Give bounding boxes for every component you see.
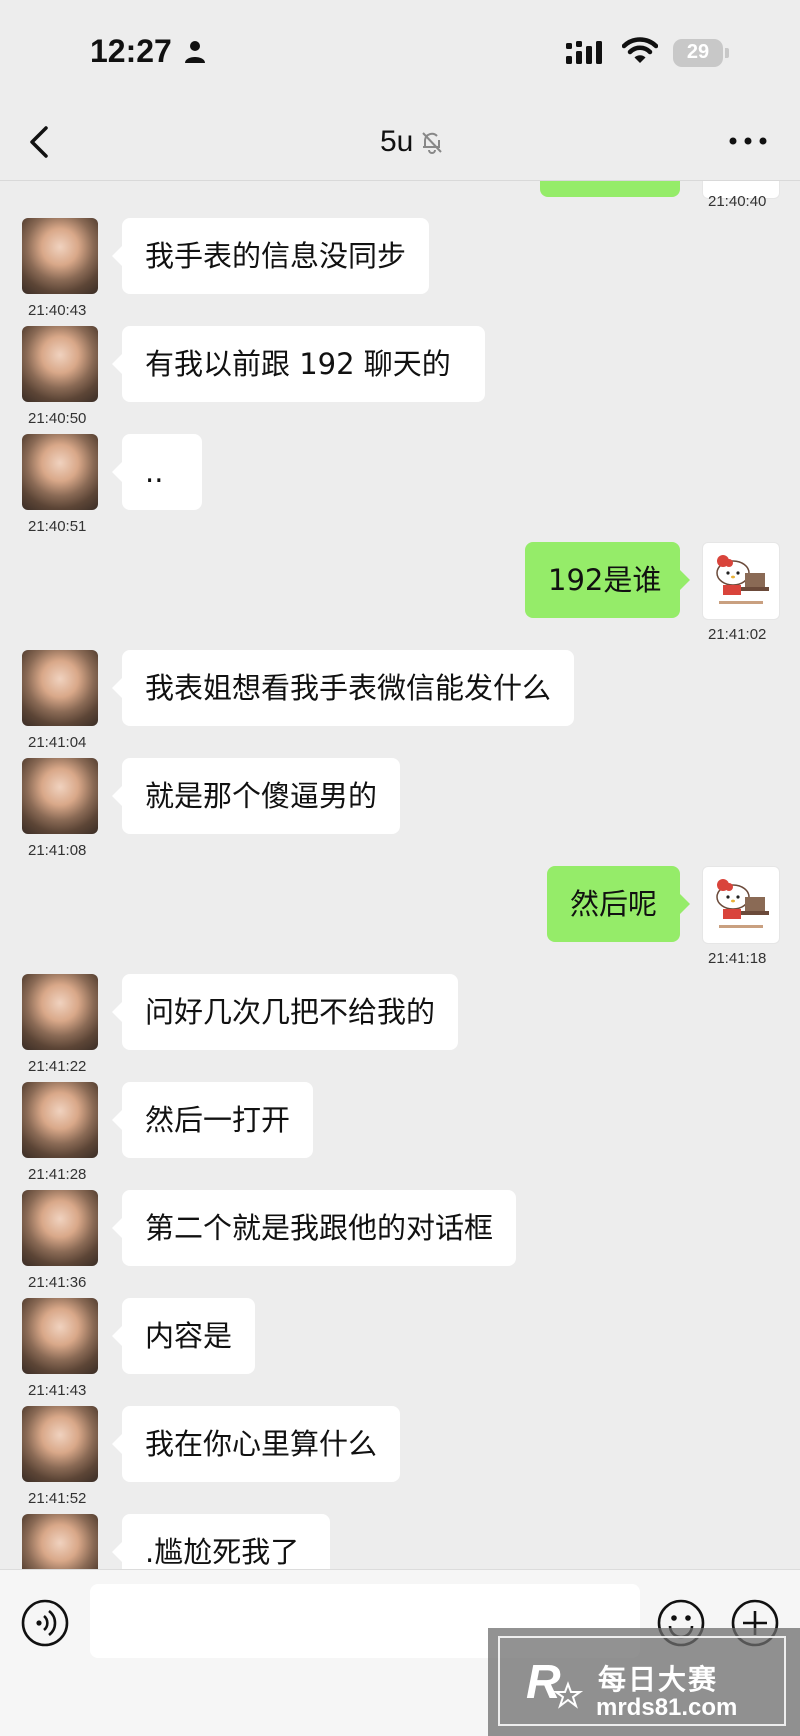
outgoing-message: 然后呢 21:41:18 [0,866,800,974]
message-timestamp: 21:40:40 [708,193,767,210]
nav-bar: 5u [0,100,800,181]
battery-cap [725,48,729,58]
incoming-message: 第二个就是我跟他的对话框 21:41:36 [0,1190,800,1298]
message-timestamp: 21:41:36 [28,1274,87,1291]
message-timestamp: 21:40:51 [28,518,87,535]
back-icon[interactable] [26,122,54,162]
message-timestamp: 21:41:28 [28,1166,87,1183]
message-timestamp: 21:41:18 [708,950,767,967]
hello-kitty-avatar-icon [716,879,769,928]
incoming-message: 有我以前跟 192 聊天的 21:40:50 [0,326,800,434]
message-bubble[interactable]: 192是谁 [525,542,690,618]
contact-avatar[interactable] [22,1514,98,1569]
contact-avatar[interactable] [22,1082,98,1158]
watermark-logo: R [526,1656,584,1709]
wifi-icon [622,37,658,63]
outgoing-message: 192是谁 21:41:02 [0,542,800,650]
message-timestamp: 21:41:04 [28,734,87,751]
contact-avatar[interactable] [22,650,98,726]
message-bubble[interactable]: 我表姐想看我手表微信能发什么 [112,650,574,726]
status-bar: 12:27 29 [0,0,800,100]
message-timestamp: 21:41:02 [708,626,767,643]
contact-avatar[interactable] [22,758,98,834]
watermark: R 每日大赛 mrds81.com [488,1628,800,1736]
partial-outgoing-bubble [540,181,680,197]
contact-avatar[interactable] [22,218,98,294]
message-bubble[interactable]: 问好几次几把不给我的 [112,974,458,1050]
message-bubble[interactable]: 然后一打开 [112,1082,313,1158]
message-timestamp: 21:41:43 [28,1382,87,1399]
watermark-logo-letter: R [526,1656,561,1709]
message-bubble[interactable]: 第二个就是我跟他的对话框 [112,1190,516,1266]
more-icon[interactable] [728,136,768,146]
chat-title-text: 5u [380,125,414,158]
mute-bell-icon [422,132,443,154]
self-avatar[interactable] [702,866,780,944]
message-list[interactable]: 21:40:40 我手表的信息没同步 21:40:43 有我以前跟 192 聊天的 2… [0,181,800,1569]
message-bubble[interactable]: 我手表的信息没同步 [112,218,429,294]
message-bubble[interactable]: 然后呢 [547,866,690,942]
message-bubble[interactable]: .尴尬死我了 [112,1514,330,1569]
signal-icon [566,41,602,64]
message-bubble[interactable]: 就是那个傻逼男的 [112,758,400,834]
contact-avatar[interactable] [22,326,98,402]
incoming-message: .. 21:40:51 [0,434,800,542]
message-bubble[interactable]: 有我以前跟 192 聊天的 [112,326,485,402]
contact-avatar[interactable] [22,974,98,1050]
incoming-message: .尴尬死我了 [0,1514,800,1569]
battery-level: 29 [686,41,710,63]
message-bubble[interactable]: .. [112,434,202,510]
incoming-message: 问好几次几把不给我的 21:41:22 [0,974,800,1082]
incoming-message: 内容是 21:41:43 [0,1298,800,1406]
status-time: 12:27 [90,33,172,69]
message-timestamp: 21:41:08 [28,842,87,859]
message-bubble[interactable]: 我在你心里算什么 [112,1406,400,1482]
voice-input-icon[interactable] [20,1598,70,1648]
contact-avatar[interactable] [22,1190,98,1266]
watermark-frame: R 每日大赛 mrds81.com [498,1636,786,1726]
chat-title: 5u [380,122,445,162]
incoming-message: 我在你心里算什么 21:41:52 [0,1406,800,1514]
contact-avatar[interactable] [22,1406,98,1482]
watermark-name: 每日大赛 [598,1663,719,1696]
chat-screen: 12:27 29 5u 21:40:40 我手表的信息没同步 21:40:43 … [0,0,800,1736]
battery-indicator: 29 [673,39,723,67]
message-timestamp: 21:41:52 [28,1490,87,1507]
message-timestamp: 21:41:22 [28,1058,87,1075]
contact-avatar[interactable] [22,1298,98,1374]
incoming-message: 就是那个傻逼男的 21:41:08 [0,758,800,866]
contact-avatar[interactable] [22,434,98,510]
message-timestamp: 21:40:50 [28,410,87,427]
self-avatar[interactable] [702,542,780,620]
person-icon [185,41,205,63]
incoming-message: 我表姐想看我手表微信能发什么 21:41:04 [0,650,800,758]
incoming-message: 我手表的信息没同步 21:40:43 [0,218,800,326]
watermark-url: mrds81.com [596,1694,738,1721]
message-bubble[interactable]: 内容是 [112,1298,255,1374]
message-timestamp: 21:40:43 [28,302,87,319]
incoming-message: 然后一打开 21:41:28 [0,1082,800,1190]
hello-kitty-avatar-icon [716,555,769,604]
